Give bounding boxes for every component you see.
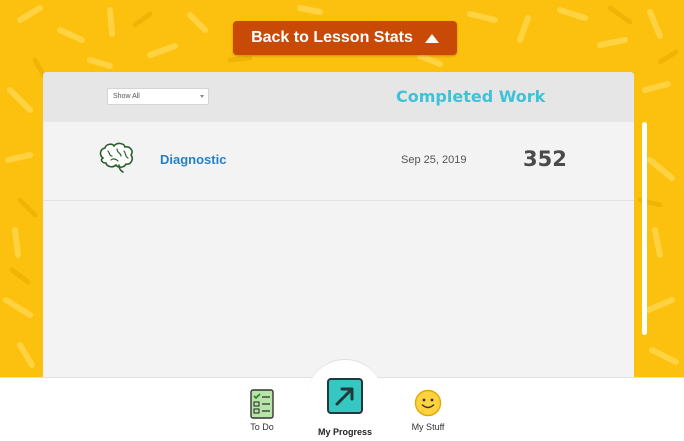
back-button-label: Back to Lesson Stats xyxy=(251,29,413,46)
arrow-up-right-icon xyxy=(327,378,363,414)
checklist-icon xyxy=(250,389,274,419)
nav-item-my-progress[interactable]: My Progress xyxy=(310,377,380,437)
chevron-down-icon xyxy=(200,95,204,98)
work-score: 352 xyxy=(523,147,567,171)
completed-work-panel: Show All Completed Work Diagnostic Sep 2… xyxy=(43,72,634,377)
scrollbar[interactable] xyxy=(642,122,647,335)
filter-select[interactable]: Show All xyxy=(107,88,209,105)
nav-label-my-progress: My Progress xyxy=(317,427,373,437)
work-name-link[interactable]: Diagnostic xyxy=(160,152,226,167)
panel-title: Completed Work xyxy=(396,87,546,106)
filter-selected-value: Show All xyxy=(113,93,140,100)
nav-label-to-do: To Do xyxy=(250,422,274,432)
brain-icon xyxy=(99,142,133,173)
work-date: Sep 25, 2019 xyxy=(401,154,467,166)
panel-header: Show All Completed Work xyxy=(43,72,634,122)
nav-item-my-stuff[interactable]: My Stuff xyxy=(403,389,453,432)
nav-label-my-stuff: My Stuff xyxy=(411,422,445,432)
smiley-icon xyxy=(414,389,442,417)
nav-item-to-do[interactable]: To Do xyxy=(240,389,284,432)
triangle-up-icon xyxy=(424,33,439,43)
work-row[interactable]: Diagnostic Sep 25, 2019 352 xyxy=(43,122,634,201)
back-to-lesson-stats-button[interactable]: Back to Lesson Stats xyxy=(233,21,457,55)
